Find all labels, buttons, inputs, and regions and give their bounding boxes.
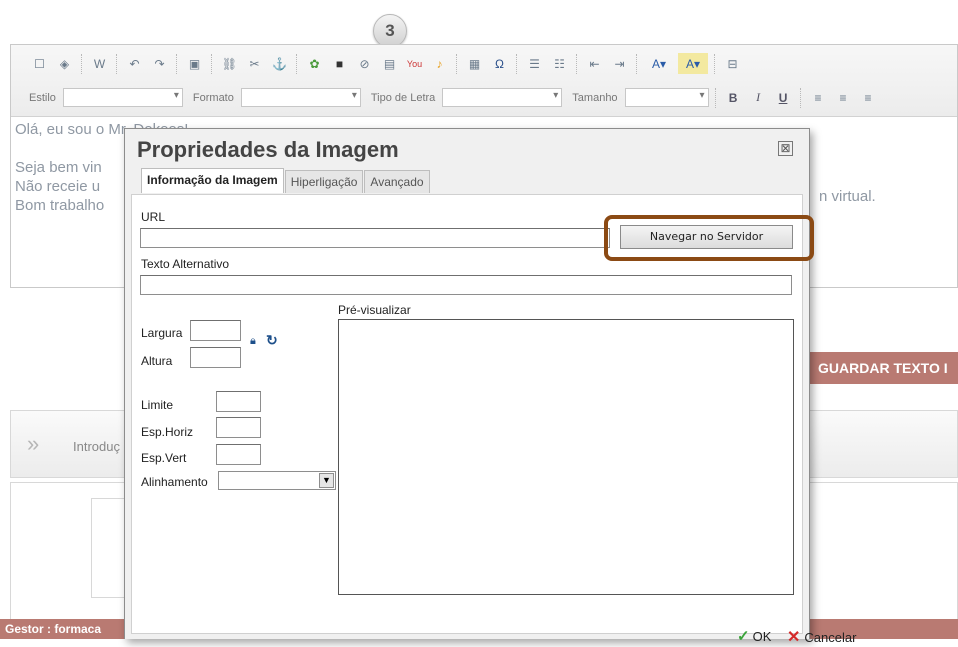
tab-advanced[interactable]: Avançado	[364, 170, 430, 193]
font-select[interactable]	[442, 88, 563, 107]
toolbar-separator	[799, 87, 802, 108]
image-properties-dialog: Propriedades da Imagem ⊠ Informação da I…	[124, 128, 856, 646]
dialog-title: Propriedades da Imagem	[137, 137, 399, 162]
toolbar-separator	[176, 53, 178, 74]
text-color-icon[interactable]: A▾	[644, 53, 674, 74]
special-char-icon[interactable]: Ω	[489, 53, 510, 74]
dialog-tabs: Informação da Imagem Hiperligação Avança…	[141, 168, 431, 193]
height-label: Altura	[141, 354, 173, 368]
width-input[interactable]	[190, 320, 241, 341]
new-page-icon[interactable]: ☐	[29, 53, 50, 74]
toolbar-row-2: Estilo Formato Tipo de Letra Tamanho B I…	[29, 87, 879, 108]
cancel-button[interactable]: ✕ Cancelar	[787, 627, 856, 647]
lock-ratio-icon[interactable]: 🔒︎	[250, 335, 256, 348]
footer-manager-text: Gestor : formaca	[5, 622, 102, 636]
link-icon[interactable]: ⛓	[219, 53, 240, 74]
alt-text-input[interactable]	[140, 275, 792, 295]
toolbar-row-1: ☐ ◈ W ↶ ↷ ▣ ⛓ ✂ ⚓ ✿ ■ ⊘ ▤ You ♪ ▦ Ω ☰ ☷	[29, 53, 743, 74]
italic-button[interactable]: I	[748, 87, 769, 108]
close-icon[interactable]: ⊠	[778, 141, 793, 156]
anchor-icon[interactable]: ⚓	[269, 53, 290, 74]
align-right-icon[interactable]: ≡	[858, 87, 879, 108]
bold-button[interactable]: B	[723, 87, 744, 108]
audio-icon[interactable]: ♪	[429, 53, 450, 74]
toolbar-separator	[714, 87, 717, 108]
redo-icon[interactable]: ↷	[149, 53, 170, 74]
style-label: Estilo	[29, 91, 56, 104]
alt-text-label: Texto Alternativo	[141, 257, 230, 271]
url-label: URL	[141, 210, 166, 224]
toolbar-separator	[636, 53, 638, 74]
paste-word-icon[interactable]: W	[89, 53, 110, 74]
align-label: Alinhamento	[141, 475, 208, 489]
vspace-input[interactable]	[216, 444, 261, 465]
step-badge: 3	[373, 14, 407, 48]
size-label: Tamanho	[572, 91, 618, 104]
outdent-icon[interactable]: ⇤	[584, 53, 605, 74]
content-line-tail: n virtual.	[819, 188, 876, 205]
hspace-label: Esp.Horiz	[141, 425, 194, 439]
video-icon[interactable]: ▤	[379, 53, 400, 74]
checkmark-icon: ✓	[737, 628, 750, 645]
intro-text[interactable]: Introduç	[73, 439, 120, 454]
undo-icon[interactable]: ↶	[124, 53, 145, 74]
tab-image-info[interactable]: Informação da Imagem	[141, 168, 284, 193]
flash-icon[interactable]: ■	[329, 53, 350, 74]
toolbar-separator	[211, 53, 213, 74]
toolbar-separator	[516, 53, 518, 74]
youtube-icon[interactable]: You	[404, 53, 425, 74]
table-icon[interactable]: ▦	[464, 53, 485, 74]
media-icon[interactable]: ⊘	[354, 53, 375, 74]
bg-color-icon[interactable]: A▾	[678, 53, 708, 74]
format-label: Formato	[192, 91, 234, 104]
bulleted-list-icon[interactable]: ☷	[549, 53, 570, 74]
numbered-list-icon[interactable]: ☰	[524, 53, 545, 74]
toolbar-separator	[296, 53, 298, 74]
align-select[interactable]: ▼	[218, 471, 336, 490]
preview-label: Pré-visualizar	[338, 303, 411, 317]
toolbar-separator	[116, 53, 118, 74]
cross-icon: ✕	[787, 629, 801, 646]
image-info-panel: URL Navegar no Servidor Texto Alternativ…	[131, 194, 814, 634]
size-select[interactable]	[624, 88, 709, 107]
toolbar-separator	[81, 53, 83, 74]
ok-label: OK	[752, 628, 772, 644]
ok-button[interactable]: ✓ OK	[737, 627, 771, 645]
image-preview	[338, 319, 794, 595]
preview-icon[interactable]: ◈	[54, 53, 75, 74]
unlink-icon[interactable]: ✂	[244, 53, 265, 74]
indent-icon[interactable]: ⇥	[609, 53, 630, 74]
editor-toolbar: ☐ ◈ W ↶ ↷ ▣ ⛓ ✂ ⚓ ✿ ■ ⊘ ▤ You ♪ ▦ Ω ☰ ☷	[11, 45, 957, 117]
underline-button[interactable]: U	[773, 87, 794, 108]
tab-hyperlink[interactable]: Hiperligação	[284, 170, 364, 193]
style-select[interactable]	[62, 88, 183, 107]
align-left-icon[interactable]: ≡	[808, 87, 829, 108]
font-label: Tipo de Letra	[370, 91, 436, 104]
highlight-box	[604, 215, 814, 261]
height-input[interactable]	[190, 347, 241, 368]
format-select[interactable]	[240, 88, 361, 107]
select-all-icon[interactable]: ▣	[184, 53, 205, 74]
vspace-label: Esp.Vert	[141, 451, 187, 465]
toolbar-separator	[576, 53, 578, 74]
url-input[interactable]	[140, 228, 610, 248]
save-text-button[interactable]: GUARDAR TEXTO I	[808, 352, 958, 384]
border-input[interactable]	[216, 391, 261, 412]
source-icon[interactable]: ⊟	[722, 53, 743, 74]
border-label: Limite	[141, 398, 174, 412]
reset-size-icon[interactable]: ↻	[266, 332, 278, 349]
cancel-label: Cancelar	[804, 629, 857, 645]
double-chevron-icon: »	[27, 431, 40, 456]
toolbar-separator	[714, 53, 716, 74]
toolbar-separator	[456, 53, 458, 74]
width-label: Largura	[141, 326, 183, 340]
chevron-down-icon[interactable]: ▼	[319, 473, 334, 488]
image-icon[interactable]: ✿	[304, 53, 325, 74]
hspace-input[interactable]	[216, 417, 261, 438]
align-center-icon[interactable]: ≡	[833, 87, 854, 108]
